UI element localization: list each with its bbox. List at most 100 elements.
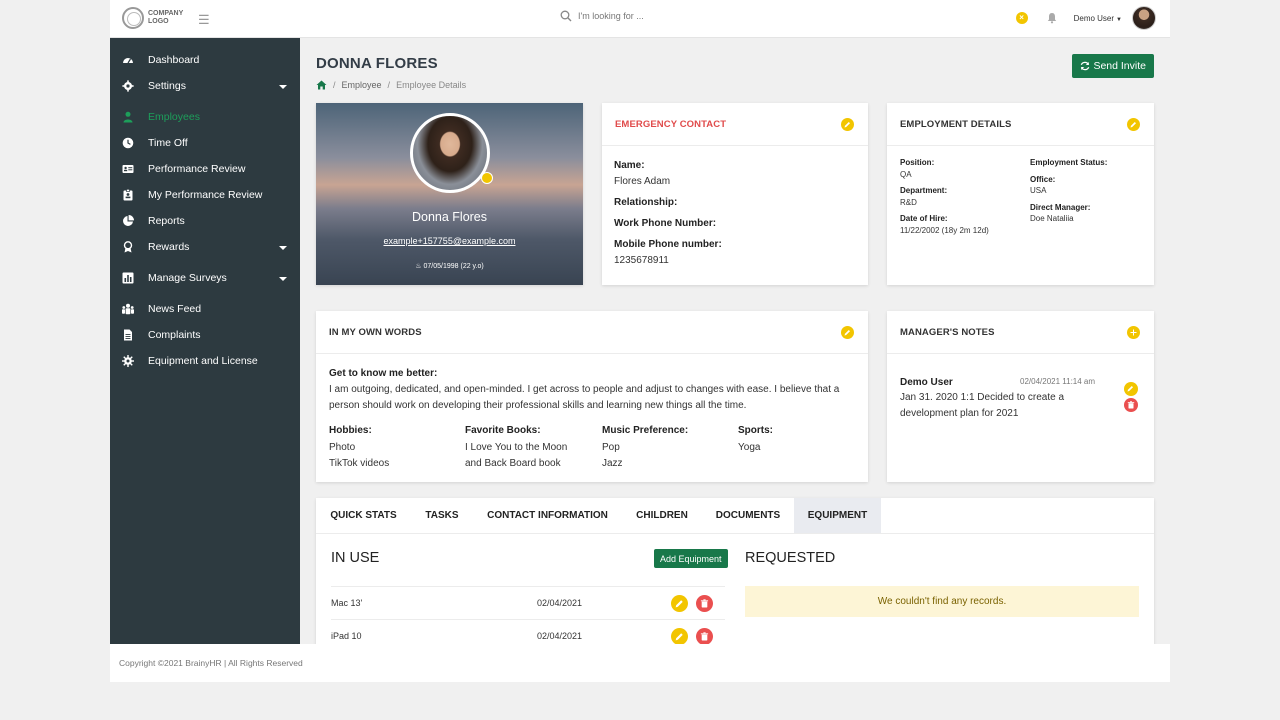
department-value: R&D <box>900 198 917 207</box>
award-icon <box>123 241 133 253</box>
sidebar-item-settings[interactable]: Settings <box>110 75 300 97</box>
hire-date-label-text: Date of Hire <box>900 214 945 223</box>
tab-contact-information[interactable]: CONTACT INFORMATION <box>473 498 622 533</box>
sidebar-item-employees[interactable]: Employees <box>110 106 300 128</box>
search-icon <box>560 10 572 22</box>
breadcrumb-employee[interactable]: Employee <box>342 80 382 90</box>
position-label: Position: <box>900 158 935 167</box>
no-records-alert: We couldn't find any records. <box>745 586 1139 617</box>
office-label: Office: <box>1030 175 1056 184</box>
edit-photo-icon[interactable] <box>481 172 493 184</box>
send-invite-button[interactable]: Send Invite <box>1072 54 1154 78</box>
department-label-text: Department <box>900 186 945 195</box>
clock-icon <box>122 137 134 149</box>
sidebar-item-equipment-and-license[interactable]: Equipment and License <box>110 350 300 372</box>
hobby-item: TikTok videos <box>329 458 390 469</box>
main-content: DONNA FLORES / Employee / Employee Detai… <box>300 38 1170 644</box>
profile-card: Donna Flores example+157755@example.com … <box>316 103 583 285</box>
hire-date-value: 11/22/2002 (18y 2m 12d) <box>900 226 989 235</box>
profile-dob-text: 07/05/1998 (22 y.o) <box>423 263 484 270</box>
employment-status-label-text: Employment Status <box>1030 158 1105 167</box>
sidebar-item-label: Complaints <box>148 329 201 341</box>
logo-line-2: LOGO <box>148 18 169 25</box>
edit-note-icon[interactable] <box>1124 382 1138 396</box>
delete-note-icon[interactable] <box>1124 398 1138 412</box>
own-words-title: IN MY OWN WORDS <box>329 327 422 338</box>
badge-icon <box>123 189 133 201</box>
pie-chart-icon <box>123 215 134 226</box>
hobbies-list: Photo TikTok videos <box>329 440 389 472</box>
in-use-title: IN USE <box>331 550 380 566</box>
sports-label: Sports: <box>738 425 773 436</box>
sidebar-item-complaints[interactable]: Complaints <box>110 324 300 346</box>
company-logo[interactable]: COMPANY LOGO <box>122 7 183 29</box>
sidebar-item-label: Dashboard <box>148 54 200 66</box>
tab-quick-stats[interactable]: QUICK STATS <box>316 498 411 533</box>
edit-icon[interactable] <box>841 326 854 339</box>
office-label-text: Office <box>1030 175 1053 184</box>
breadcrumb: / Employee / Employee Details <box>316 80 466 90</box>
birthday-cake-icon: ♨ <box>415 263 422 270</box>
hamburger-menu-icon[interactable]: ☰ <box>198 12 210 28</box>
gear-icon <box>122 80 134 92</box>
page-title: DONNA FLORES <box>316 55 438 72</box>
sidebar-item-rewards[interactable]: Rewards <box>110 236 300 258</box>
send-invite-label: Send Invite <box>1093 60 1146 72</box>
user-menu[interactable]: Demo User ▼ <box>1074 14 1122 23</box>
sidebar-item-reports[interactable]: Reports <box>110 210 300 232</box>
breadcrumb-employee-details: Employee Details <box>396 80 467 90</box>
bell-icon[interactable] <box>1046 12 1058 24</box>
edit-icon[interactable] <box>671 595 688 612</box>
sidebar-item-label: Equipment and License <box>148 355 258 367</box>
delete-icon[interactable] <box>696 628 713 644</box>
equipment-date: 02/04/2021 <box>537 631 583 641</box>
file-icon <box>124 329 132 341</box>
chevron-down-icon <box>279 246 287 250</box>
logo-line-1: COMPANY <box>148 10 184 17</box>
equipment-name: iPad 10 <box>331 631 362 641</box>
sport-item: Yoga <box>738 442 761 453</box>
office-value: USA <box>1030 186 1047 195</box>
add-equipment-button[interactable]: Add Equipment <box>654 549 728 568</box>
sidebar-item-label: Reports <box>148 215 185 227</box>
edit-icon[interactable] <box>671 628 688 644</box>
employment-details-title: EMPLOYMENT DETAILS <box>900 119 1012 130</box>
employment-details-card: EMPLOYMENT DETAILS Position: QA Departme… <box>887 103 1154 285</box>
add-note-icon[interactable] <box>1127 326 1140 339</box>
profile-email-link[interactable]: example+157755@example.com <box>316 236 583 246</box>
sidebar-item-time-off[interactable]: Time Off <box>110 132 300 154</box>
mobile-phone-label: Mobile Phone number: <box>614 239 722 250</box>
close-circle-icon[interactable]: × <box>1015 12 1028 24</box>
tab-tasks[interactable]: TASKS <box>411 498 473 533</box>
edit-icon[interactable] <box>841 118 854 131</box>
delete-icon[interactable] <box>696 595 713 612</box>
home-icon[interactable] <box>316 80 327 90</box>
sidebar-item-label: Manage Surveys <box>148 272 227 284</box>
sidebar-item-my-performance-review[interactable]: My Performance Review <box>110 184 300 206</box>
sidebar-item-performance-review[interactable]: Performance Review <box>110 158 300 180</box>
sidebar-item-news-feed[interactable]: News Feed <box>110 298 300 320</box>
managers-notes-title: MANAGER'S NOTES <box>900 327 995 338</box>
tab-documents[interactable]: DOCUMENTS <box>702 498 794 533</box>
top-right-controls: × Demo User ▼ <box>1015 6 1156 30</box>
sidebar-item-label: Performance Review <box>148 163 246 175</box>
tab-equipment[interactable]: EQUIPMENT <box>794 498 881 533</box>
music-item: Pop <box>602 442 620 453</box>
search-input[interactable] <box>578 11 778 21</box>
sidebar-item-manage-surveys[interactable]: Manage Surveys <box>110 267 300 289</box>
direct-manager-label: Direct Manager: <box>1030 203 1091 212</box>
edit-icon[interactable] <box>1127 118 1140 131</box>
table-row: iPad 10 02/04/2021 <box>331 619 725 644</box>
hobbies-label: Hobbies: <box>329 425 372 436</box>
note-author: Demo User <box>900 377 953 388</box>
sidebar-item-label: Rewards <box>148 241 190 253</box>
sidebar-item-dashboard[interactable]: Dashboard <box>110 49 300 71</box>
refresh-icon <box>1081 61 1090 71</box>
tab-children[interactable]: CHILDREN <box>622 498 702 533</box>
avatar[interactable] <box>1132 6 1156 30</box>
sidebar-item-label: Time Off <box>148 137 188 149</box>
own-words-card: IN MY OWN WORDS Get to know me better: I… <box>316 311 868 482</box>
sidebar-item-label: Settings <box>148 80 186 92</box>
dashboard-icon <box>123 58 133 64</box>
music-item: Jazz <box>602 458 623 469</box>
